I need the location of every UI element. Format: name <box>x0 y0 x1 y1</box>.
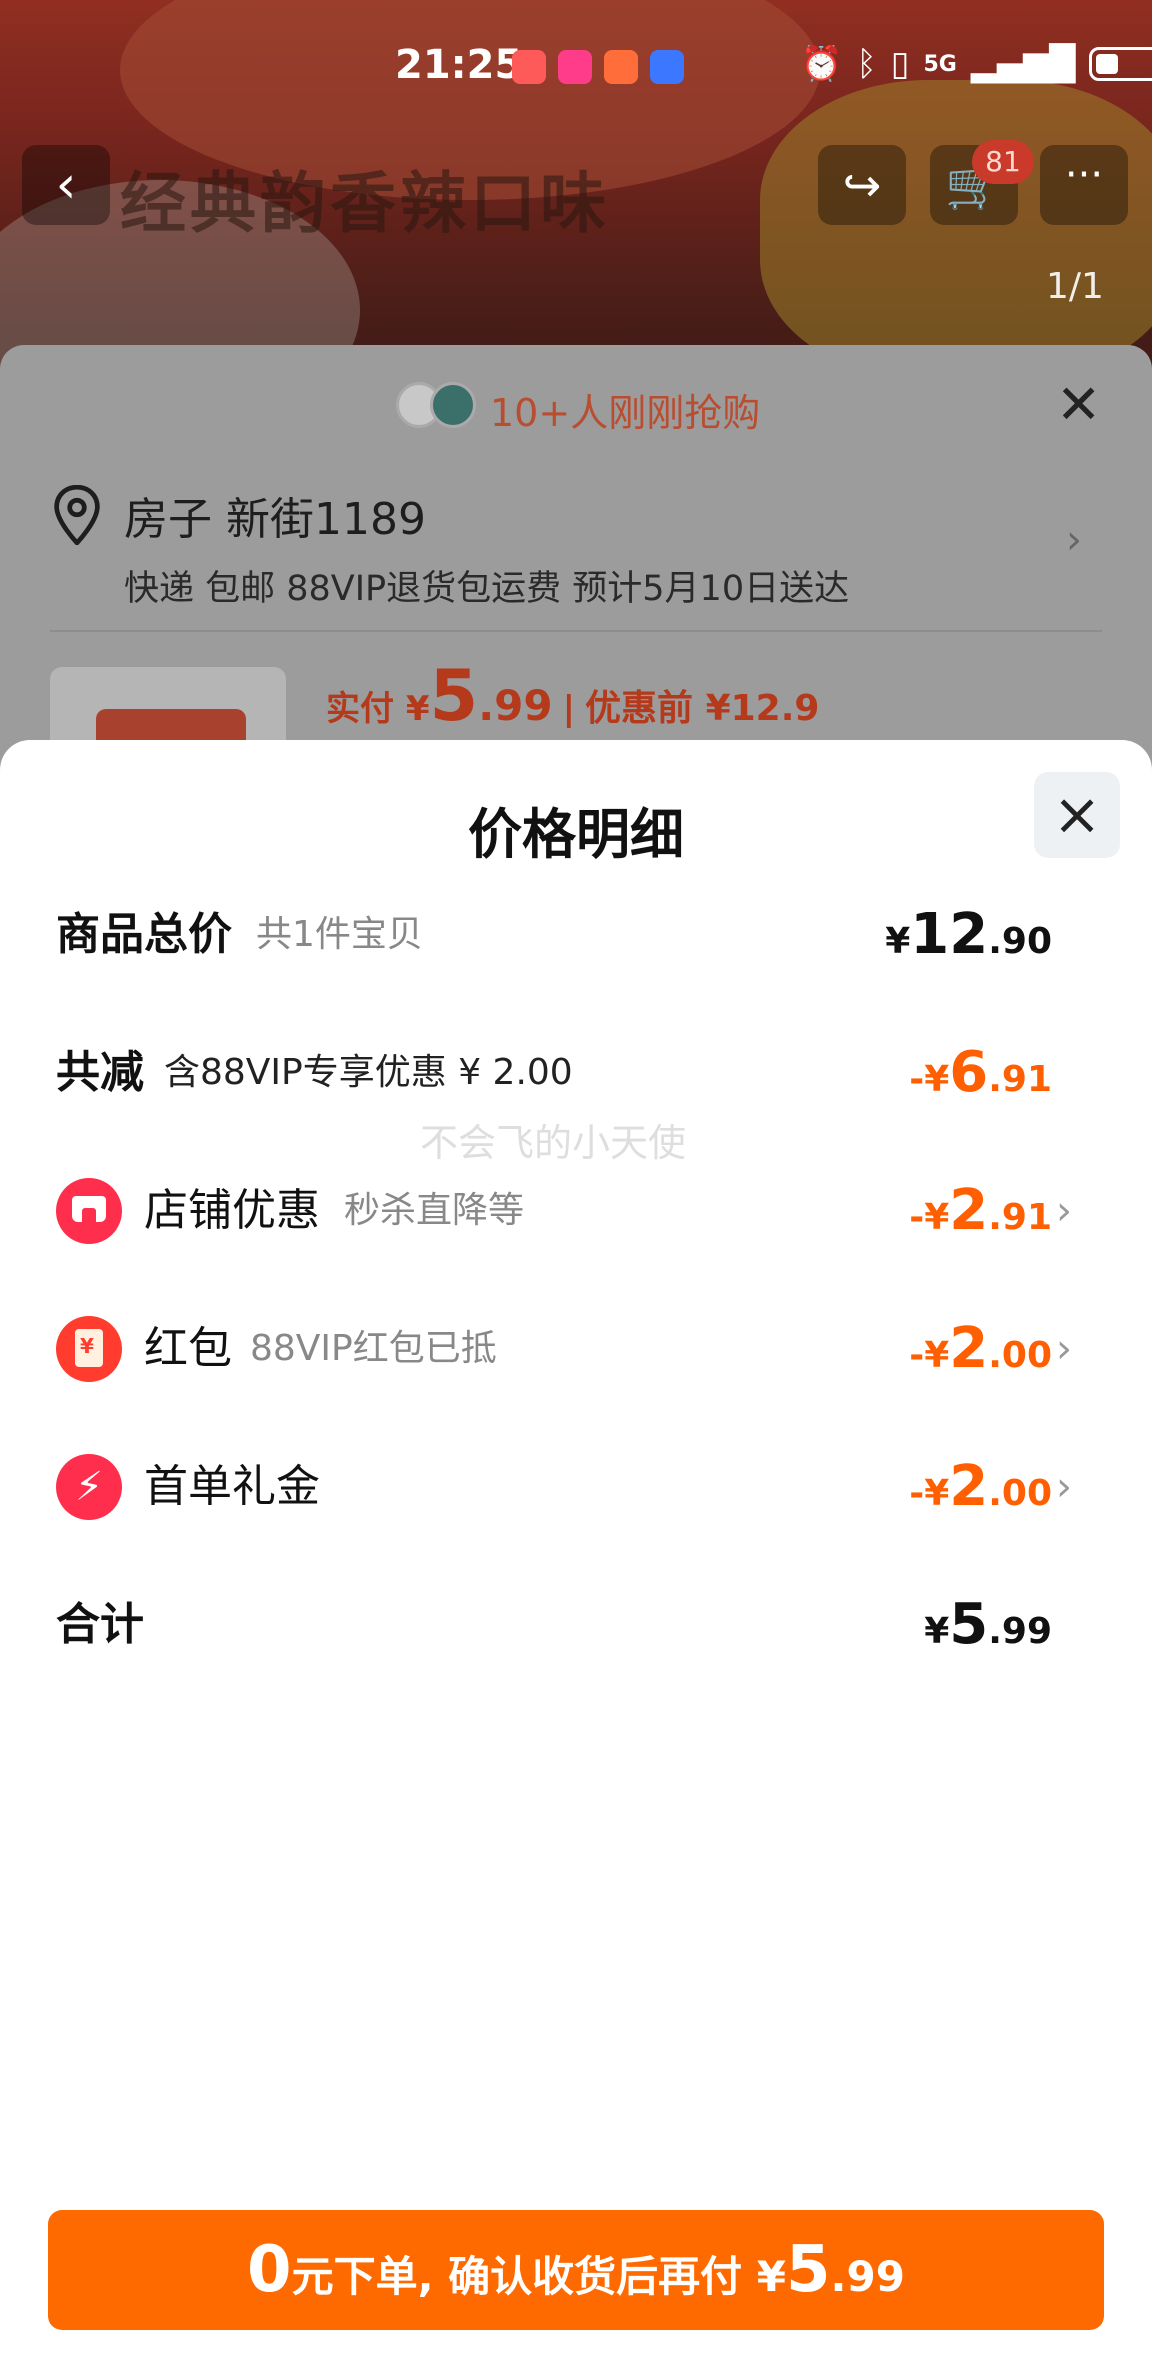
back-button[interactable]: ‹ <box>22 145 110 225</box>
cta-zero: 0 <box>247 2233 292 2307</box>
row-label: 店铺优惠 <box>144 1185 320 1236</box>
recent-buyers-row: 10+人刚刚抢购 <box>0 370 1152 440</box>
amount-symbol: -¥ <box>909 1335 950 1376</box>
amount-symbol: -¥ <box>909 1059 950 1100</box>
location-pin-icon <box>54 485 100 545</box>
row-label: 首单礼金 <box>144 1461 320 1512</box>
row-amount: -¥2.00 <box>909 1304 1052 1407</box>
cta-int: 5 <box>786 2233 831 2307</box>
row-sub: 秒杀直降等 <box>344 1190 525 1231</box>
recent-buyers-text: 10+人刚刚抢购 <box>490 391 761 435</box>
network-label: 5G <box>923 51 957 77</box>
row-sub: 含88VIP专享优惠 ¥ 2.00 <box>164 1052 573 1093</box>
modal-close-button[interactable]: × <box>1034 772 1120 858</box>
amount-dec: .00 <box>988 1335 1052 1376</box>
row-shop-discount[interactable]: 店铺优惠 秒杀直降等 -¥2.91 › <box>0 1166 1152 1256</box>
price-int: 5 <box>429 655 479 737</box>
amount-dec: .90 <box>988 921 1052 962</box>
image-counter: 1/1 <box>1046 266 1104 307</box>
amount-dec: .99 <box>988 1611 1052 1652</box>
signal-icon: ▂▄▆█ <box>970 44 1076 84</box>
alarm-icon: ⏰ <box>800 44 843 84</box>
price-detail-modal: 价格明细 × 商品总价 共1件宝贝 ¥12.90 共减 含88VIP专享优惠 ¥… <box>0 740 1152 2376</box>
avatar <box>430 382 476 428</box>
amount-dec: .91 <box>988 1059 1052 1100</box>
app-notification-icon <box>512 50 546 84</box>
chevron-right-icon: › <box>1056 1326 1072 1372</box>
app-notification-icon <box>604 50 638 84</box>
share-button[interactable]: ↪ <box>818 145 906 225</box>
close-icon: × <box>1052 780 1102 848</box>
price-separator: | <box>562 689 576 729</box>
amount-symbol: -¥ <box>909 1197 950 1238</box>
amount-symbol: -¥ <box>909 1473 950 1514</box>
amount-symbol: ¥ <box>924 1611 950 1652</box>
row-label: 红包 <box>144 1323 232 1374</box>
vibrate-icon: ▯ <box>890 44 910 84</box>
battery-icon <box>1089 47 1152 81</box>
status-bar: 21:25 ⏰ ᛒ ▯ 5G ▂▄▆█ <box>0 0 1152 120</box>
row-label: 商品总价 <box>56 909 232 960</box>
delivery-info: 快递 包邮 88VIP退货包运费 预计5月10日送达 <box>124 569 850 609</box>
cta-dec: .99 <box>830 2252 905 2301</box>
divider <box>50 630 1102 632</box>
row-sub: 88VIP红包已抵 <box>250 1328 497 1369</box>
row-amount: ¥5.99 <box>924 1580 1052 1683</box>
address-name[interactable]: 房子 新街1189 <box>124 483 426 547</box>
order-price: 实付 ¥5.99 | 优惠前 ¥12.9 <box>326 655 819 737</box>
price-label: 实付 ¥ <box>326 689 430 729</box>
more-button[interactable]: ··· <box>1040 145 1128 225</box>
row-amount: -¥2.91 <box>909 1166 1052 1269</box>
row-label: 共减 <box>56 1047 144 1098</box>
modal-title: 价格明细 <box>468 803 684 866</box>
row-total-discount: 共减 含88VIP专享优惠 ¥ 2.00 -¥6.91 <box>0 1028 1152 1118</box>
order-confirm-sheet: 10+人刚刚抢购 ✕ 房子 新街1189 快递 包邮 88VIP退货包运费 预计… <box>0 345 1152 805</box>
status-app-icons <box>512 50 684 84</box>
row-first-order-gift[interactable]: ⚡ 首单礼金 -¥2.00 › <box>0 1442 1152 1532</box>
amount-int: 12 <box>910 902 989 967</box>
close-icon: ✕ <box>1056 373 1102 436</box>
chevron-right-icon: › <box>1056 1464 1072 1510</box>
amount-int: 5 <box>949 1592 989 1657</box>
amount-symbol: ¥ <box>885 921 911 962</box>
amount-int: 2 <box>949 1316 989 1381</box>
shop-icon <box>56 1178 122 1244</box>
order-close-button[interactable]: ✕ <box>1056 373 1101 436</box>
row-amount: -¥2.00 <box>909 1442 1052 1545</box>
more-icon: ··· <box>1064 152 1104 198</box>
row-amount: ¥12.90 <box>885 890 1052 993</box>
red-packet-icon <box>56 1316 122 1382</box>
app-notification-icon <box>558 50 592 84</box>
watermark-text: 不会飞的小天使 <box>420 1121 687 1165</box>
price-before: 优惠前 ¥12.9 <box>585 688 820 729</box>
cta-text: 元下单, 确认收货后再付 ¥ <box>291 2252 787 2301</box>
row-amount: -¥6.91 <box>909 1028 1052 1131</box>
amount-int: 6 <box>949 1040 989 1105</box>
price-dec: .99 <box>478 681 553 730</box>
amount-int: 2 <box>949 1178 989 1243</box>
lightning-icon: ⚡ <box>56 1454 122 1520</box>
status-indicators: ⏰ ᛒ ▯ 5G ▂▄▆█ <box>800 44 1152 84</box>
row-total-goods: 商品总价 共1件宝贝 ¥12.90 <box>0 890 1152 980</box>
buyer-avatars <box>396 382 476 428</box>
amount-dec: .91 <box>988 1197 1052 1238</box>
music-app-icon <box>650 50 684 84</box>
place-order-button[interactable]: 0元下单, 确认收货后再付 ¥5.99 <box>48 2210 1104 2330</box>
share-icon: ↪ <box>842 158 882 212</box>
bluetooth-icon: ᛒ <box>856 44 877 84</box>
row-label: 合计 <box>56 1599 144 1650</box>
amount-int: 2 <box>949 1454 989 1519</box>
row-red-packet[interactable]: 红包 88VIP红包已抵 -¥2.00 › <box>0 1304 1152 1394</box>
status-time: 21:25 <box>395 42 523 88</box>
chevron-right-icon: › <box>1056 1188 1072 1234</box>
chevron-right-icon[interactable]: › <box>1066 517 1082 563</box>
row-sum: 合计 ¥5.99 <box>0 1580 1152 1670</box>
cart-count-badge: 81 <box>972 140 1034 184</box>
back-icon: ‹ <box>55 155 77 215</box>
amount-dec: .00 <box>988 1473 1052 1514</box>
row-sub: 共1件宝贝 <box>256 914 423 955</box>
